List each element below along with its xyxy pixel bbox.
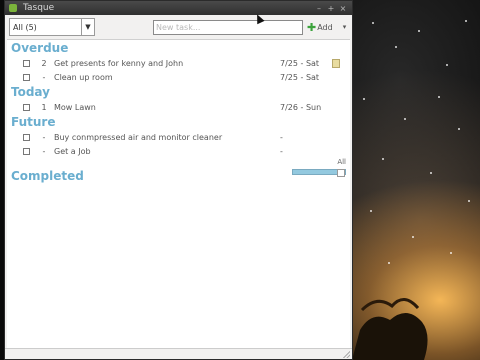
task-due-date[interactable]: 7/25 - Sat [280, 73, 332, 82]
completed-range-label: All [337, 158, 346, 166]
section-today: Today [11, 85, 50, 99]
resize-grip-icon[interactable] [343, 351, 350, 358]
task-due-date[interactable]: 7/26 - Sun [280, 103, 332, 112]
task-due-date[interactable]: - [280, 147, 332, 156]
task-checkbox[interactable] [23, 133, 30, 141]
completed-header: Completed All [7, 158, 350, 184]
task-priority[interactable]: 1 [34, 103, 54, 112]
category-value: All (5) [13, 22, 37, 32]
window-title: Tasque [23, 3, 55, 13]
task-row[interactable]: 2 Get presents for kenny and John 7/25 -… [7, 56, 350, 70]
task-row[interactable]: 1 Mow Lawn 7/26 - Sun [7, 100, 350, 114]
task-due-date[interactable]: - [280, 133, 332, 142]
add-menu-dropdown[interactable]: ▾ [343, 23, 347, 31]
task-row[interactable]: - Clean up room 7/25 - Sat [7, 70, 350, 84]
task-name[interactable]: Get presents for kenny and John [54, 59, 280, 68]
task-row[interactable]: - Buy conmpressed air and monitor cleane… [7, 130, 350, 144]
section-future: Future [11, 115, 56, 129]
toolbar: All (5) ▼ ✚ Add ▾ [5, 16, 352, 38]
task-priority[interactable]: - [34, 147, 54, 156]
section-overdue: Overdue [11, 41, 69, 55]
section-completed: Completed [11, 169, 84, 183]
window-titlebar[interactable]: Tasque – + × [5, 1, 352, 15]
task-checkbox[interactable] [23, 59, 30, 67]
slider-handle[interactable] [337, 169, 345, 177]
minimize-button[interactable]: – [314, 4, 324, 13]
status-bar [5, 348, 352, 359]
tasque-app-icon [9, 4, 17, 12]
task-checkbox[interactable] [23, 73, 30, 81]
tree-silhouette [352, 298, 428, 360]
task-priority[interactable]: - [34, 133, 54, 142]
add-button-label: Add [317, 22, 333, 32]
close-button[interactable]: × [338, 4, 348, 13]
new-task-input[interactable] [153, 19, 303, 35]
tasque-window: Tasque – + × All (5) ▼ ✚ Add ▾ Overdue 2… [4, 0, 353, 360]
task-due-date[interactable]: 7/25 - Sat [280, 59, 332, 68]
maximize-button[interactable]: + [326, 4, 336, 13]
task-priority[interactable]: - [34, 73, 54, 82]
note-icon[interactable] [332, 58, 340, 68]
task-list: Overdue 2 Get presents for kenny and Joh… [7, 39, 350, 349]
completed-range-slider[interactable] [292, 169, 346, 177]
task-checkbox[interactable] [23, 103, 30, 111]
chevron-down-icon[interactable]: ▼ [81, 19, 94, 35]
task-row[interactable]: - Get a Job - [7, 144, 350, 158]
task-name[interactable]: Mow Lawn [54, 103, 280, 112]
category-combobox[interactable]: All (5) ▼ [9, 18, 95, 36]
task-checkbox[interactable] [23, 147, 30, 155]
task-name[interactable]: Get a Job [54, 147, 280, 156]
task-name[interactable]: Clean up room [54, 73, 280, 82]
plus-icon: ✚ [307, 20, 317, 34]
task-priority[interactable]: 2 [34, 59, 54, 68]
task-name[interactable]: Buy conmpressed air and monitor cleaner [54, 133, 280, 142]
add-task-button[interactable]: ✚ Add [307, 21, 333, 34]
